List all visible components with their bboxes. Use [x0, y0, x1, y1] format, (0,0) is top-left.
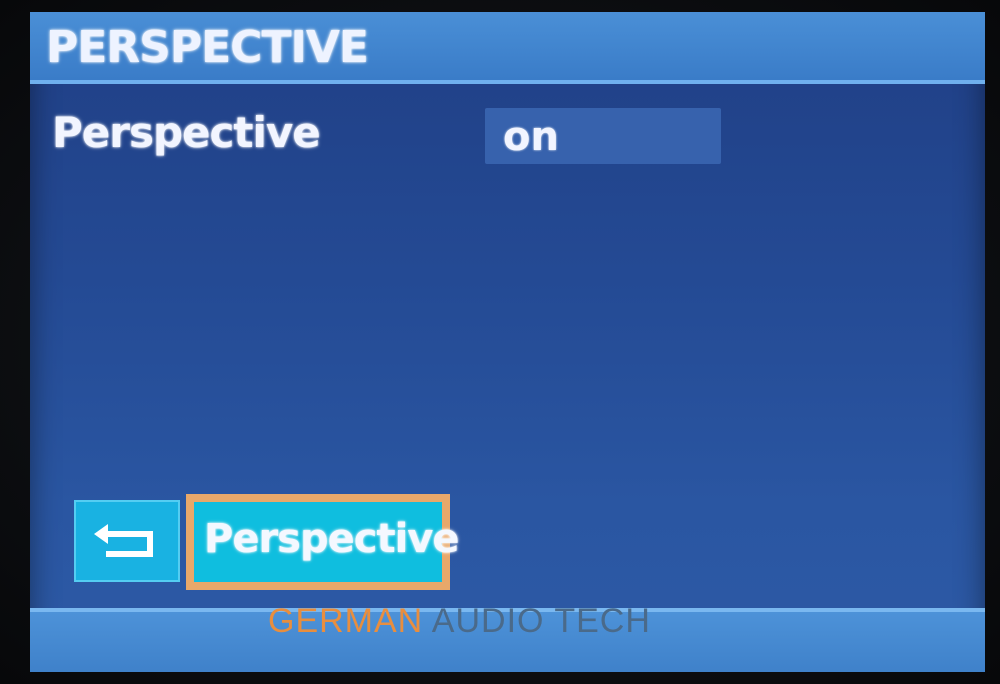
setting-value-text: on: [503, 114, 559, 160]
perspective-button-face: Perspective: [194, 502, 459, 582]
watermark: GERMAN AUDIO TECH: [268, 602, 651, 641]
page-title: PERSPECTIVE: [46, 22, 369, 73]
watermark-part1: GERMAN: [268, 602, 424, 640]
back-button[interactable]: [74, 500, 180, 582]
setting-label-perspective: Perspective: [52, 108, 321, 157]
perspective-button-label: Perspective: [204, 516, 459, 562]
title-bar: PERSPECTIVE: [30, 12, 985, 84]
display-screen: PERSPECTIVE Perspective on Perspective: [30, 12, 985, 672]
watermark-part2: AUDIO TECH: [423, 602, 651, 640]
setting-value-perspective[interactable]: on: [485, 108, 721, 164]
perspective-button[interactable]: Perspective: [186, 494, 459, 590]
back-arrow-icon: [94, 524, 153, 557]
